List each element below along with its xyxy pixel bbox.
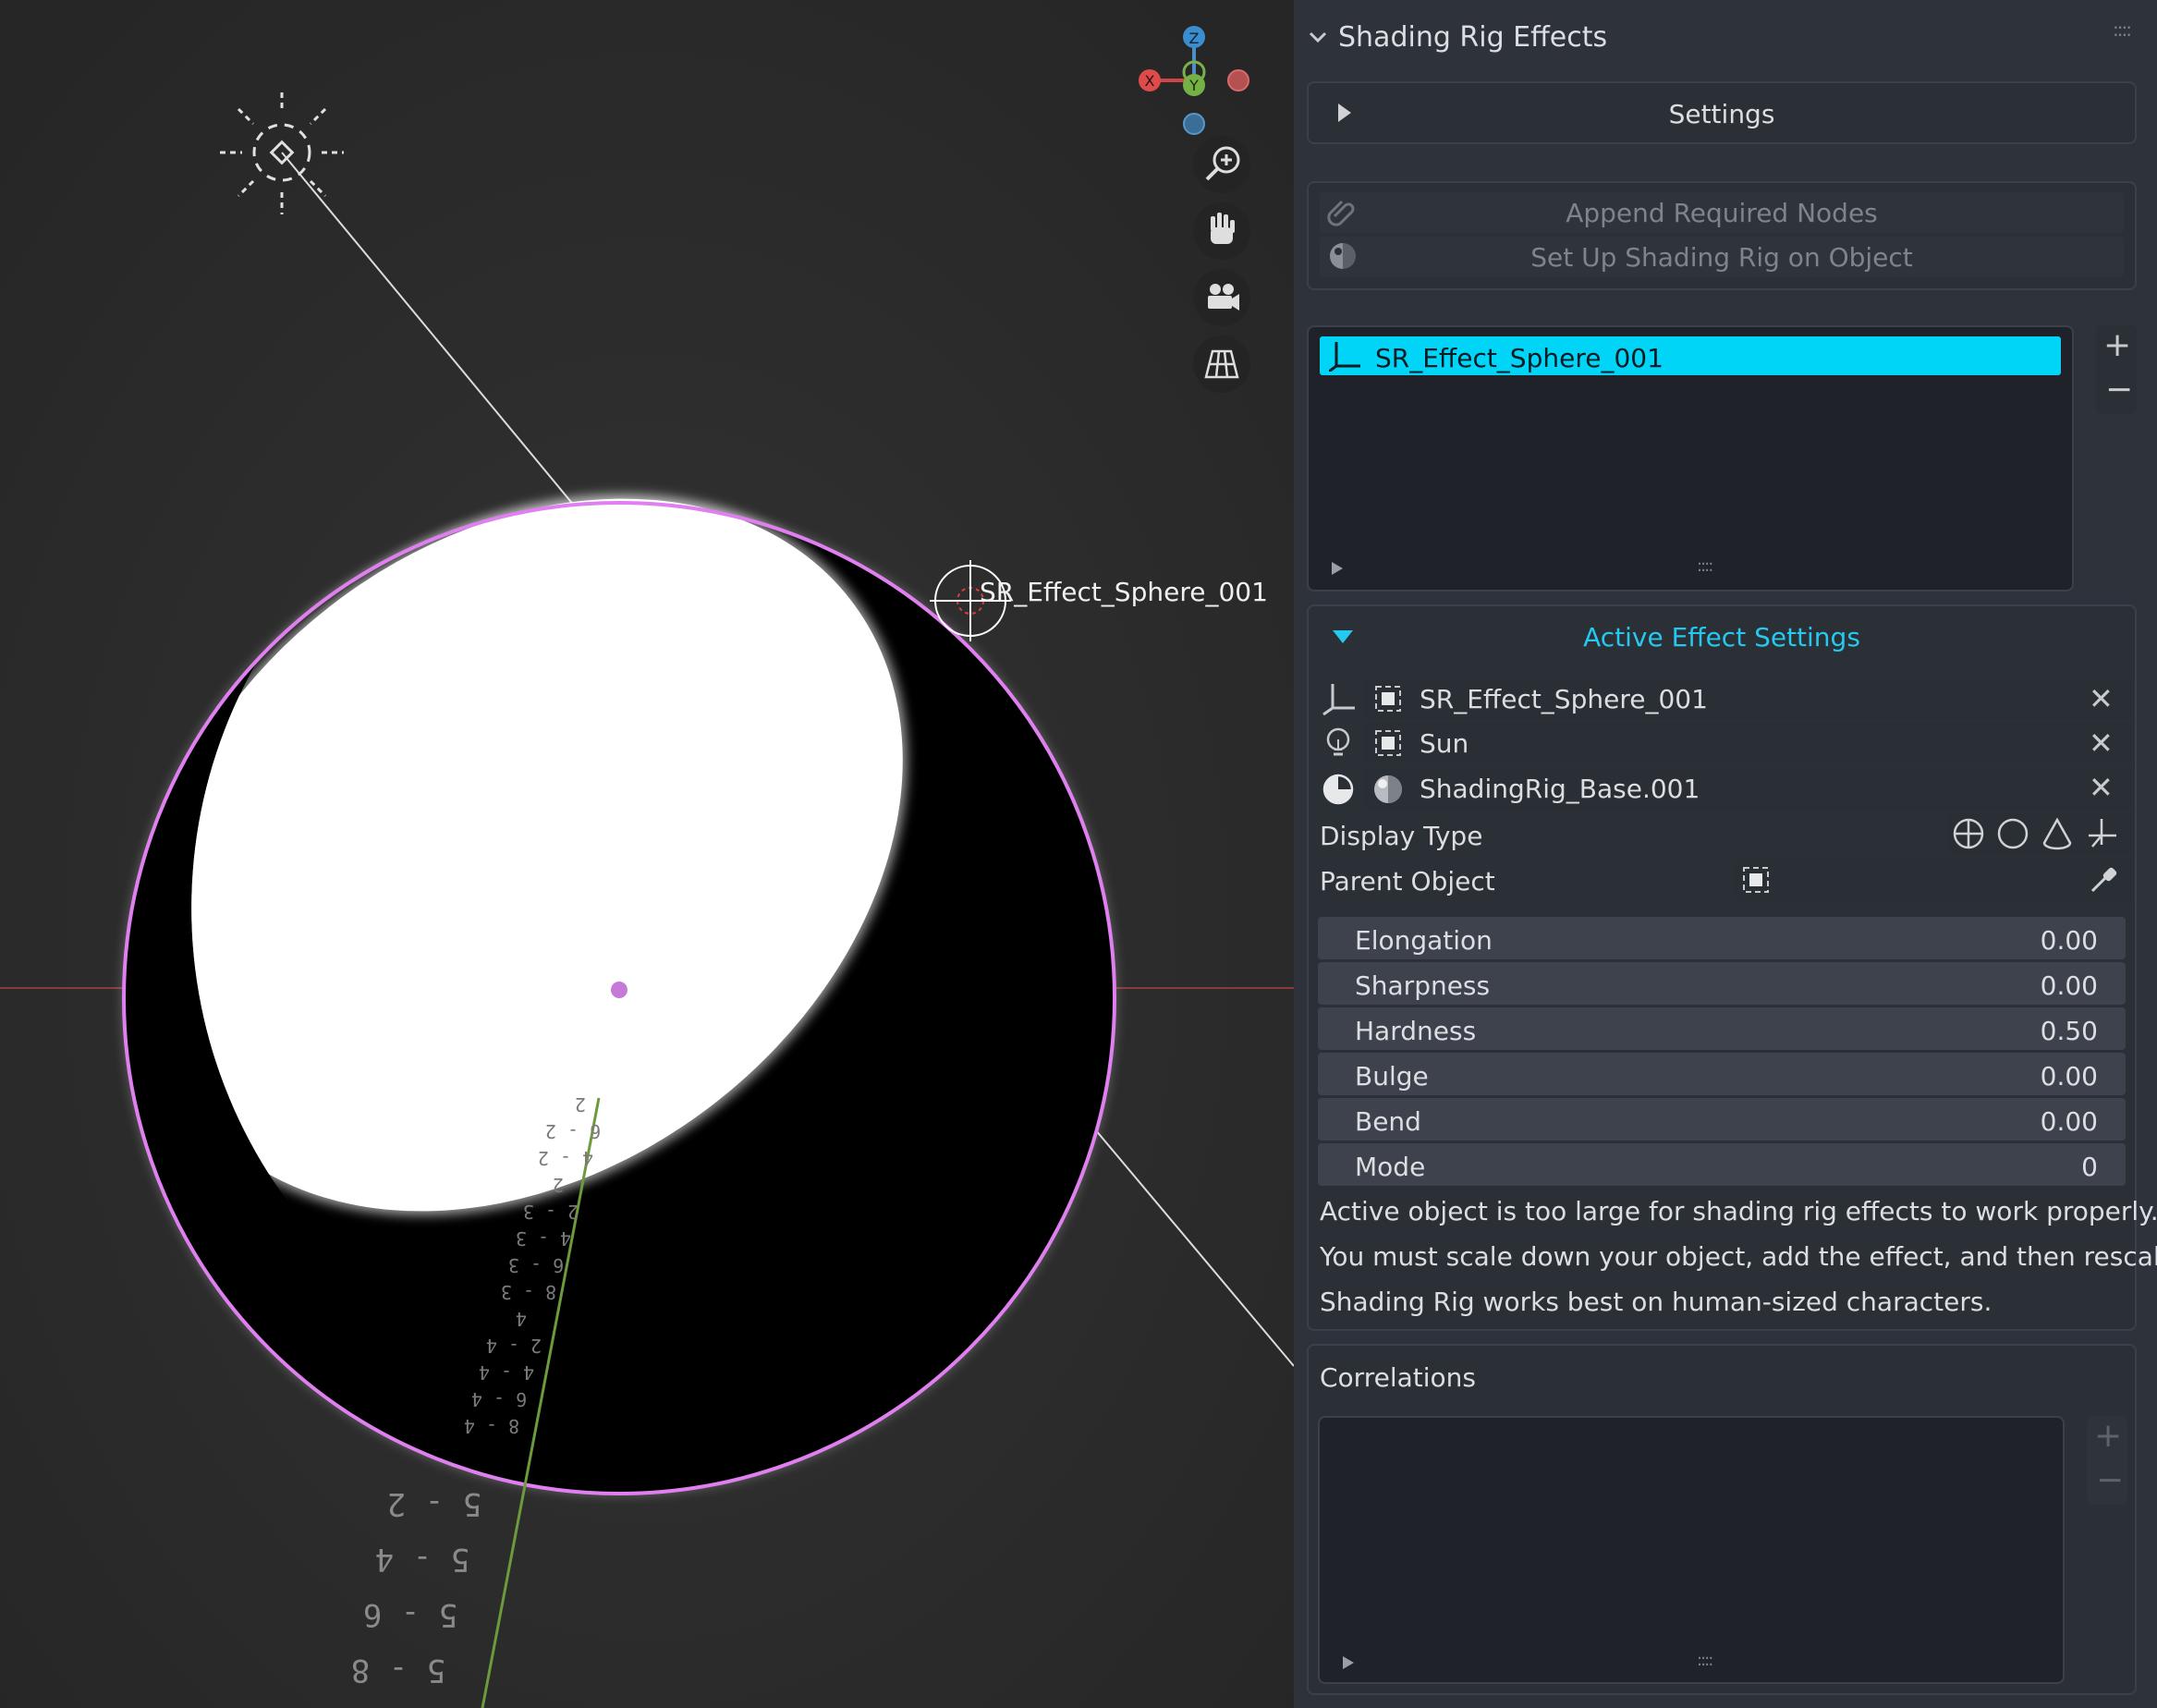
display-circle-icon[interactable] [1996, 817, 2029, 850]
clear-x-icon[interactable]: ✕ [2089, 684, 2114, 714]
list-resize-handle[interactable]: :::: [1697, 1653, 1713, 1669]
ruler-label: 6 - 4 [471, 1388, 527, 1410]
ruler-label: 4 - 4 [479, 1361, 534, 1384]
parent-object-field[interactable] [1734, 860, 2131, 900]
material-sphere-icon [1374, 775, 1402, 803]
camera-icon[interactable] [1193, 269, 1250, 326]
eyedropper-icon[interactable] [2087, 863, 2120, 897]
light-object-field[interactable] [1364, 723, 2131, 763]
object-icon [1375, 686, 1401, 712]
material-label: ShadingRig_Base.001 [1420, 774, 1700, 804]
svg-text:X: X [1145, 72, 1155, 90]
ruler-label: 6 - 2 [545, 1120, 601, 1142]
correlations-list[interactable] [1318, 1416, 2065, 1684]
object-icon [1743, 867, 1769, 893]
empty-axes-icon [1329, 342, 1360, 372]
gizmo-x-negative[interactable] [1227, 69, 1249, 92]
grid-perspective-icon[interactable] [1193, 336, 1250, 393]
ruler-label: 2 [575, 1093, 586, 1116]
ruler-label: 5 - 6 [363, 1596, 457, 1633]
object-name-label: SR_Effect_Sphere_001 [980, 577, 1268, 607]
field-value: 0 [2081, 1152, 2098, 1182]
ruler-label: 8 - 3 [501, 1281, 556, 1303]
origin-dot [611, 982, 628, 998]
empty-axes-icon [1322, 684, 1355, 715]
ruler-label: 4 [516, 1308, 527, 1330]
correlations-label: Correlations [1320, 1362, 1476, 1393]
light-object-label: Sun [1420, 728, 1469, 759]
field-label: Bulge [1355, 1061, 1429, 1092]
field-value: 0.50 [2040, 1016, 2098, 1046]
field-bulge[interactable]: Bulge 0.00 [1318, 1053, 2126, 1095]
ruler-label: 2 [553, 1174, 564, 1196]
drag-handle-icon[interactable]: :::: [2113, 20, 2132, 39]
field-label: Hardness [1355, 1016, 1477, 1046]
effect-object-label: SR_Effect_Sphere_001 [1420, 684, 1708, 714]
light-icon [1326, 727, 1350, 756]
field-mode[interactable]: Mode 0 [1318, 1143, 2126, 1186]
list-expand-icon[interactable] [1342, 1656, 1355, 1669]
field-bend[interactable]: Bend 0.00 [1318, 1098, 2126, 1141]
display-cone-icon[interactable] [2041, 817, 2074, 850]
parent-object-label: Parent Object [1320, 866, 1495, 897]
add-correlation-button[interactable]: + [2094, 1420, 2122, 1453]
zoom-icon[interactable] [1193, 136, 1250, 193]
ruler-label: 2 - 3 [523, 1201, 579, 1223]
ruler-label: 4 - 3 [516, 1227, 571, 1250]
svg-text:Y: Y [1188, 77, 1199, 94]
gizmo-z-negative[interactable] [1183, 113, 1205, 135]
field-label: Sharpness [1355, 970, 1491, 1001]
ruler-label: 5 - 8 [351, 1652, 445, 1689]
warning-line-3: Shading Rig works best on human-sized ch… [1320, 1287, 1992, 1317]
warning-line-2: You must scale down your object, add the… [1320, 1241, 2157, 1272]
svg-text:Z: Z [1189, 30, 1200, 47]
warning-line-1: Active object is too large for shading r… [1320, 1196, 2157, 1226]
field-sharpness[interactable]: Sharpness 0.00 [1318, 962, 2126, 1005]
ruler-label: 8 - 4 [464, 1415, 519, 1437]
ruler-label: 5 - 4 [375, 1541, 469, 1578]
field-label: Elongation [1355, 925, 1493, 956]
panel-title: Shading Rig Effects [1338, 21, 1608, 54]
display-type-label: Display Type [1320, 821, 1483, 851]
append-nodes-label: Append Required Nodes [1566, 198, 1878, 228]
add-effect-button[interactable]: + [2103, 329, 2131, 362]
active-effect-header: Active Effect Settings [1583, 622, 1860, 653]
viewport-canvas[interactable]: 2 6 - 2 4 - 2 2 2 - 3 4 - 3 6 - 3 8 - 3 4 2 - 4 4 … [0, 0, 1294, 1708]
ruler-label: 6 - 3 [508, 1254, 564, 1276]
3d-viewport[interactable]: 2 6 - 2 4 - 2 2 2 - 3 4 - 3 6 - 3 8 - 3 4 2 - 4 4 … [0, 0, 1294, 1708]
field-hardness[interactable]: Hardness 0.50 [1318, 1007, 2126, 1050]
object-icon [1375, 730, 1401, 756]
material-icon [1322, 774, 1354, 805]
settings-label: Settings [1668, 99, 1775, 129]
clear-x-icon[interactable]: ✕ [2089, 773, 2114, 802]
field-value: 0.00 [2040, 970, 2098, 1001]
field-value: 0.00 [2040, 1106, 2098, 1137]
ruler-label: 2 - 4 [486, 1335, 542, 1357]
ruler-label: 4 - 2 [538, 1147, 593, 1169]
list-item-label: SR_Effect_Sphere_001 [1375, 343, 1663, 373]
display-axes-icon[interactable] [2085, 817, 2118, 850]
setup-rig-label: Set Up Shading Rig on Object [1530, 242, 1913, 273]
list-resize-handle[interactable]: :::: [1697, 558, 1713, 575]
chevron-down-icon[interactable] [1307, 26, 1329, 48]
ruler-label: 5 - 2 [387, 1485, 481, 1522]
field-label: Mode [1355, 1152, 1426, 1182]
field-elongation[interactable]: Elongation 0.00 [1318, 917, 2126, 959]
field-label: Bend [1355, 1106, 1421, 1137]
remove-effect-button[interactable]: − [2105, 373, 2133, 407]
display-cross-circle-icon[interactable] [1952, 817, 1985, 850]
pan-hand-icon[interactable] [1193, 202, 1250, 260]
remove-correlation-button[interactable]: − [2096, 1464, 2124, 1497]
clear-x-icon[interactable]: ✕ [2089, 728, 2114, 758]
list-expand-icon[interactable] [1331, 562, 1344, 575]
field-value: 0.00 [2040, 925, 2098, 956]
field-value: 0.00 [2040, 1061, 2098, 1092]
list-item[interactable]: SR_Effect_Sphere_001 [1320, 336, 2061, 375]
